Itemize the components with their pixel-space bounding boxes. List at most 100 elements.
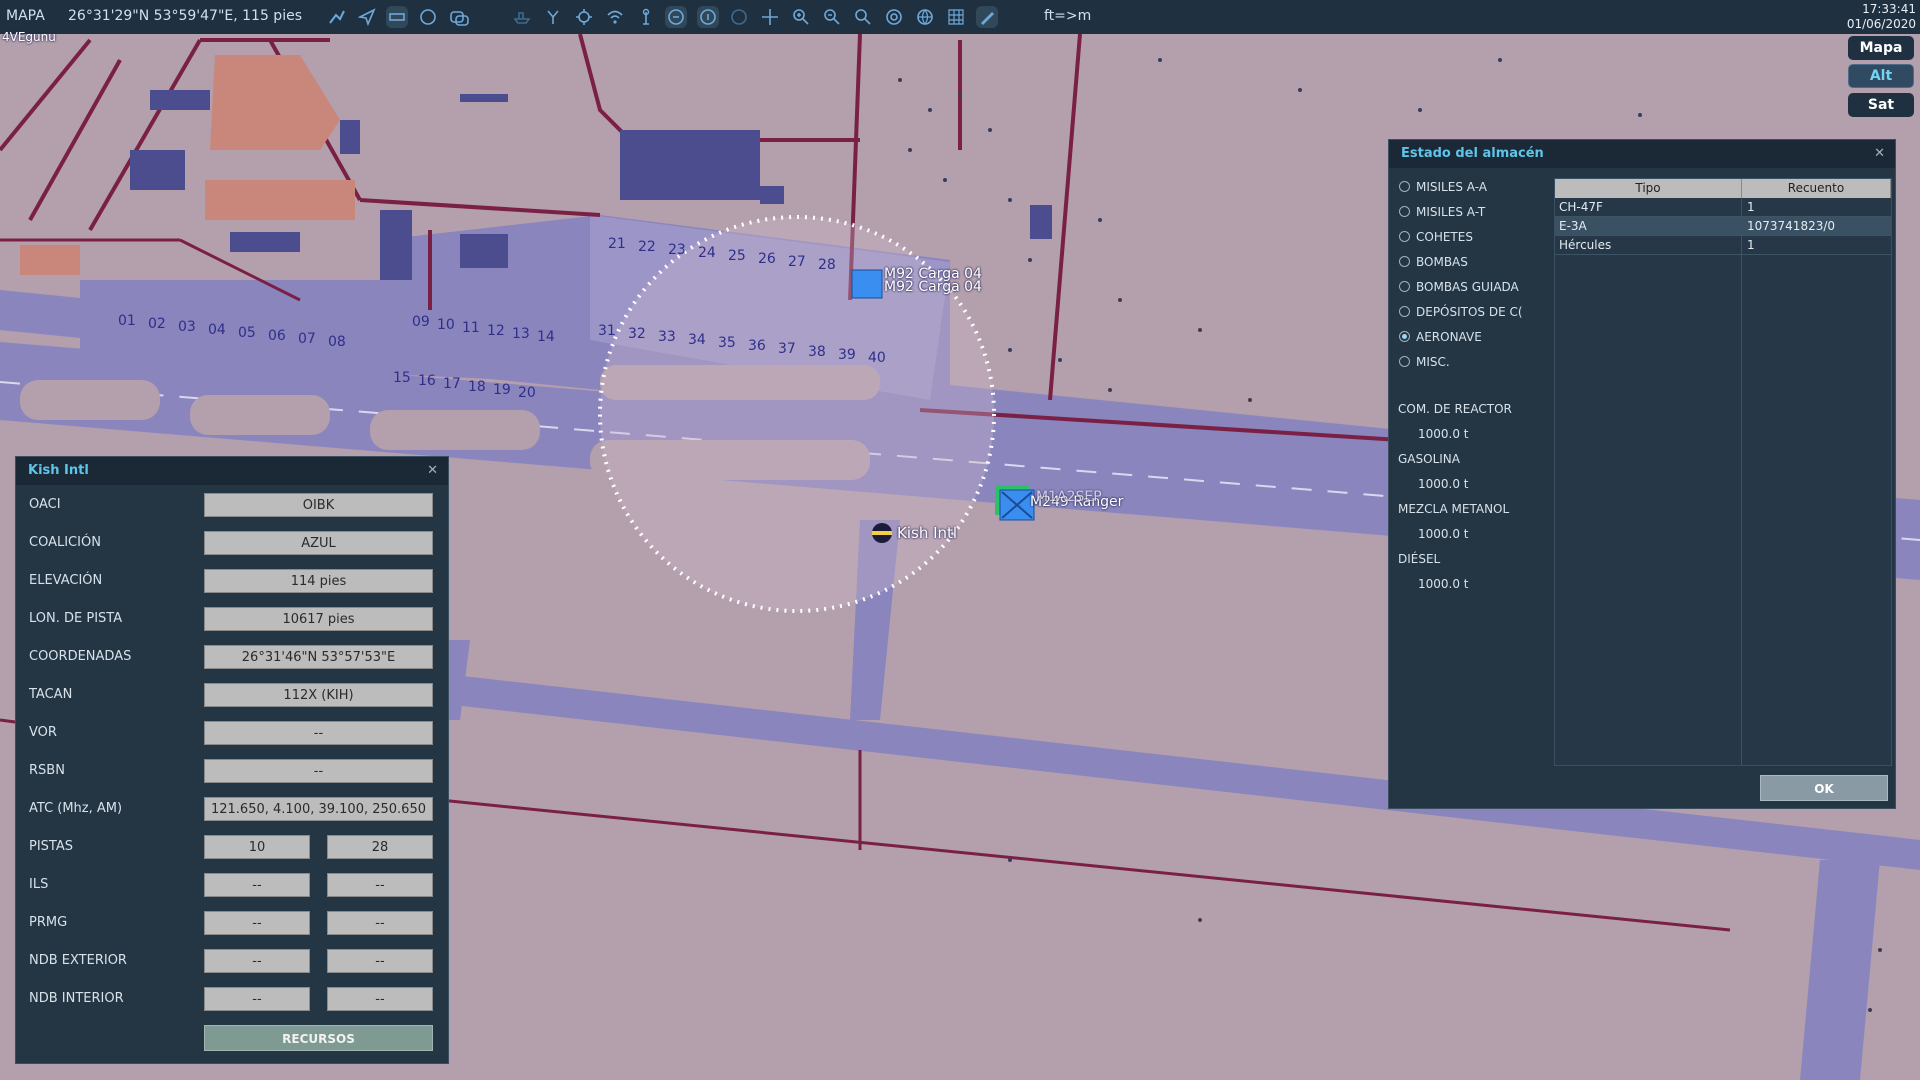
parking-spot-number: 15 — [393, 370, 411, 386]
globe-icon[interactable] — [914, 6, 936, 28]
category-radio[interactable]: AERONAVE — [1399, 330, 1482, 344]
crosshair-icon[interactable] — [573, 6, 595, 28]
sat-mode-button[interactable]: Sat — [1848, 93, 1914, 117]
radio-button-icon[interactable] — [1399, 281, 1410, 292]
fuel-label: DIÉSEL — [1398, 552, 1441, 566]
clock-time: 17:33:41 — [1862, 2, 1916, 16]
category-label: BOMBAS — [1416, 255, 1468, 269]
column-header-type[interactable]: Tipo — [1555, 179, 1742, 198]
column-header-count[interactable]: Recuento — [1742, 179, 1891, 198]
ship-icon[interactable] — [511, 6, 533, 28]
parking-spot-number: 13 — [512, 326, 530, 342]
fuel-value: 1000.0 t — [1418, 527, 1469, 541]
category-radio[interactable]: DEPÓSITOS DE C( — [1399, 305, 1523, 319]
radio-button-icon[interactable] — [1399, 231, 1410, 242]
category-label: MISILES A-A — [1416, 180, 1487, 194]
category-label: AERONAVE — [1416, 330, 1482, 344]
parking-spot-number: 37 — [778, 341, 796, 357]
pencil-icon[interactable] — [976, 6, 998, 28]
ndb-inner-a-field: -- — [204, 987, 310, 1011]
category-radio[interactable]: BOMBAS — [1399, 255, 1468, 269]
category-label: COHETES — [1416, 230, 1473, 244]
category-radio[interactable]: MISILES A-T — [1399, 205, 1485, 219]
oaci-field: OIBK — [204, 493, 433, 517]
parking-spot-number: 07 — [298, 331, 316, 347]
coordinates-field: 26°31'46"N 53°57'53"E — [204, 645, 433, 669]
radio-button-icon[interactable] — [1399, 331, 1410, 342]
runway-length-field: 10617 pies — [204, 607, 433, 631]
table-row[interactable]: CH-47F 1 — [1555, 198, 1891, 217]
zoom-out-icon[interactable] — [821, 6, 843, 28]
ruler-tool-icon[interactable] — [386, 6, 408, 28]
atc-label: ATC (Mhz, AM) — [29, 801, 123, 816]
ok-button[interactable]: OK — [1760, 775, 1888, 801]
close-icon[interactable]: ✕ — [427, 463, 438, 478]
grid-icon[interactable] — [945, 6, 967, 28]
table-row[interactable]: E-3A 1073741823/0 — [1555, 217, 1891, 236]
type-cell: E-3A — [1559, 219, 1587, 233]
radio-button-icon[interactable] — [1399, 256, 1410, 267]
antenna-icon[interactable] — [635, 6, 657, 28]
parking-spot-number: 09 — [412, 314, 430, 330]
category-radio[interactable]: MISILES A-A — [1399, 180, 1487, 194]
category-radio[interactable]: COHETES — [1399, 230, 1473, 244]
radio-button-icon[interactable] — [1399, 181, 1410, 192]
airfield-label[interactable]: Kish Intl — [897, 524, 957, 542]
radio-button-icon[interactable] — [1399, 306, 1410, 317]
ndb-outer-a-field: -- — [204, 949, 310, 973]
parking-spot-number: 31 — [598, 323, 616, 339]
prmg-b-field: -- — [327, 911, 433, 935]
layers-icon[interactable] — [448, 6, 470, 28]
route-tool-icon[interactable] — [326, 6, 348, 28]
parking-spot-number: 35 — [718, 335, 736, 351]
fuel-value: 1000.0 t — [1418, 427, 1469, 441]
parking-spot-number: 28 — [818, 257, 836, 273]
wifi-icon[interactable] — [604, 6, 626, 28]
parking-spot-number: 16 — [418, 373, 436, 389]
zoom-in-icon[interactable] — [790, 6, 812, 28]
parking-spot-number: 39 — [838, 347, 856, 363]
parking-spot-number: 40 — [868, 350, 886, 366]
parking-spot-number: 03 — [178, 319, 196, 335]
parking-spot-number: 14 — [537, 329, 555, 345]
parking-spot-number: 33 — [658, 329, 676, 345]
parking-spot-number: 10 — [437, 317, 455, 333]
parking-spot-number: 12 — [487, 323, 505, 339]
tacan-field: 112X (KIH) — [204, 683, 433, 707]
navigate-icon[interactable] — [356, 6, 378, 28]
radio-button-icon[interactable] — [1399, 356, 1410, 367]
tacan-label: TACAN — [29, 687, 73, 702]
category-radio[interactable]: MISC. — [1399, 355, 1450, 369]
zone-tool-icon[interactable] — [665, 6, 687, 28]
map-mode-button[interactable]: Mapa — [1848, 36, 1914, 60]
category-radio[interactable]: BOMBAS GUIADA — [1399, 280, 1519, 294]
oaci-label: OACI — [29, 497, 61, 512]
fuel-label: MEZCLA METANOL — [1398, 502, 1510, 516]
globe-filter-icon[interactable] — [728, 6, 750, 28]
ndb-outer-label: NDB EXTERIOR — [29, 953, 127, 968]
parking-spot-number: 26 — [758, 251, 776, 267]
runways-label: PISTAS — [29, 839, 74, 854]
fork-icon[interactable] — [542, 6, 564, 28]
fuel-value: 1000.0 t — [1418, 577, 1469, 591]
elevation-field: 114 pies — [204, 569, 433, 593]
pan-icon[interactable] — [759, 6, 781, 28]
close-icon[interactable]: ✕ — [1874, 146, 1885, 161]
target-icon[interactable] — [883, 6, 905, 28]
resources-button[interactable]: RECURSOS — [204, 1025, 433, 1051]
unit-label[interactable]: M92 Carga 04 — [884, 279, 982, 295]
zoom-fit-icon[interactable] — [852, 6, 874, 28]
radio-button-icon[interactable] — [1399, 206, 1410, 217]
zone-filter-icon[interactable] — [697, 6, 719, 28]
runway-length-label: LON. DE PISTA — [29, 611, 123, 626]
unit-label[interactable]: M1A2SEP — [1036, 489, 1102, 505]
parking-spot-number: 08 — [328, 334, 346, 350]
category-label: BOMBAS GUIADA — [1416, 280, 1519, 294]
alt-mode-button[interactable]: Alt — [1848, 64, 1914, 88]
map-corner-label: 4VEgunu — [2, 30, 56, 44]
unit-toggle-button[interactable]: ft=>m — [1044, 8, 1091, 24]
parking-spot-number: 21 — [608, 236, 626, 252]
table-row[interactable]: Hércules 1 — [1555, 236, 1891, 255]
circle-tool-icon[interactable] — [417, 6, 439, 28]
parking-spot-number: 34 — [688, 332, 706, 348]
